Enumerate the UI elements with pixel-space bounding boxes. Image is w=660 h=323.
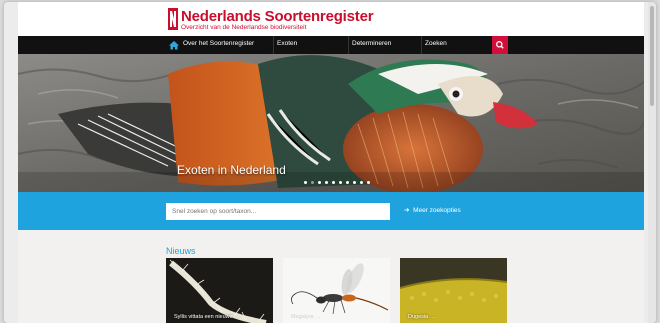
arrow-right-icon: ➔ <box>404 207 414 214</box>
vertical-scrollbar[interactable] <box>648 2 656 323</box>
scrollbar-thumb[interactable] <box>650 6 654 106</box>
more-search-options-label: Meer zoekopties <box>413 207 461 214</box>
more-search-options-link[interactable]: ➔ Meer zoekopties <box>404 206 461 214</box>
slider-dot[interactable] <box>360 181 363 184</box>
nav-divider <box>273 36 274 54</box>
news-card[interactable]: Dugesia … <box>400 258 507 323</box>
slider-pagination <box>304 181 370 184</box>
slider-dot[interactable] <box>318 181 321 184</box>
search-icon <box>496 41 504 49</box>
news-card[interactable]: Syllis vittata een nieuwe … <box>166 258 273 323</box>
home-icon[interactable] <box>168 39 180 51</box>
news-heading: Nieuws <box>166 246 196 256</box>
slider-dot[interactable] <box>304 181 307 184</box>
search-band: ➔ Meer zoekopties <box>18 192 644 230</box>
slider-dot[interactable] <box>325 181 328 184</box>
news-card[interactable]: Megalyra … <box>283 258 390 323</box>
nav-divider <box>421 36 422 54</box>
slider-dot[interactable] <box>339 181 342 184</box>
nav-item-over[interactable]: Over het Soortenregister <box>183 40 254 47</box>
news-card-caption: Megalyra … <box>291 314 321 320</box>
main-nav: Over het Soortenregister Exoten Determin… <box>18 36 644 54</box>
nav-divider <box>348 36 349 54</box>
nav-item-determineren[interactable]: Determineren <box>352 40 391 47</box>
slider-dot[interactable] <box>332 181 335 184</box>
slider-dot[interactable] <box>353 181 356 184</box>
browser-window: Nederlands Soortenregister Overzicht van… <box>4 2 656 323</box>
hero-caption[interactable]: Exoten in Nederland <box>177 163 286 177</box>
news-card-caption: Syllis vittata een nieuwe … <box>174 314 240 320</box>
site-header: Nederlands Soortenregister Overzicht van… <box>18 2 644 36</box>
slider-dot[interactable] <box>346 181 349 184</box>
search-button[interactable] <box>492 36 508 54</box>
slider-dot[interactable] <box>311 181 314 184</box>
news-card-caption: Dugesia … <box>408 314 436 320</box>
page: Nederlands Soortenregister Overzicht van… <box>18 2 644 323</box>
site-title[interactable]: Nederlands Soortenregister <box>181 8 374 25</box>
slider-dot[interactable] <box>367 181 370 184</box>
quick-search-input[interactable] <box>166 203 390 220</box>
nav-item-exoten[interactable]: Exoten <box>277 40 297 47</box>
hero-slider[interactable] <box>18 54 644 192</box>
logo-icon[interactable] <box>168 8 178 30</box>
nav-item-zoeken[interactable]: Zoeken <box>425 40 447 47</box>
hero-image <box>18 54 644 192</box>
site-subtitle: Overzicht van de Nederlandse biodiversit… <box>181 24 307 31</box>
